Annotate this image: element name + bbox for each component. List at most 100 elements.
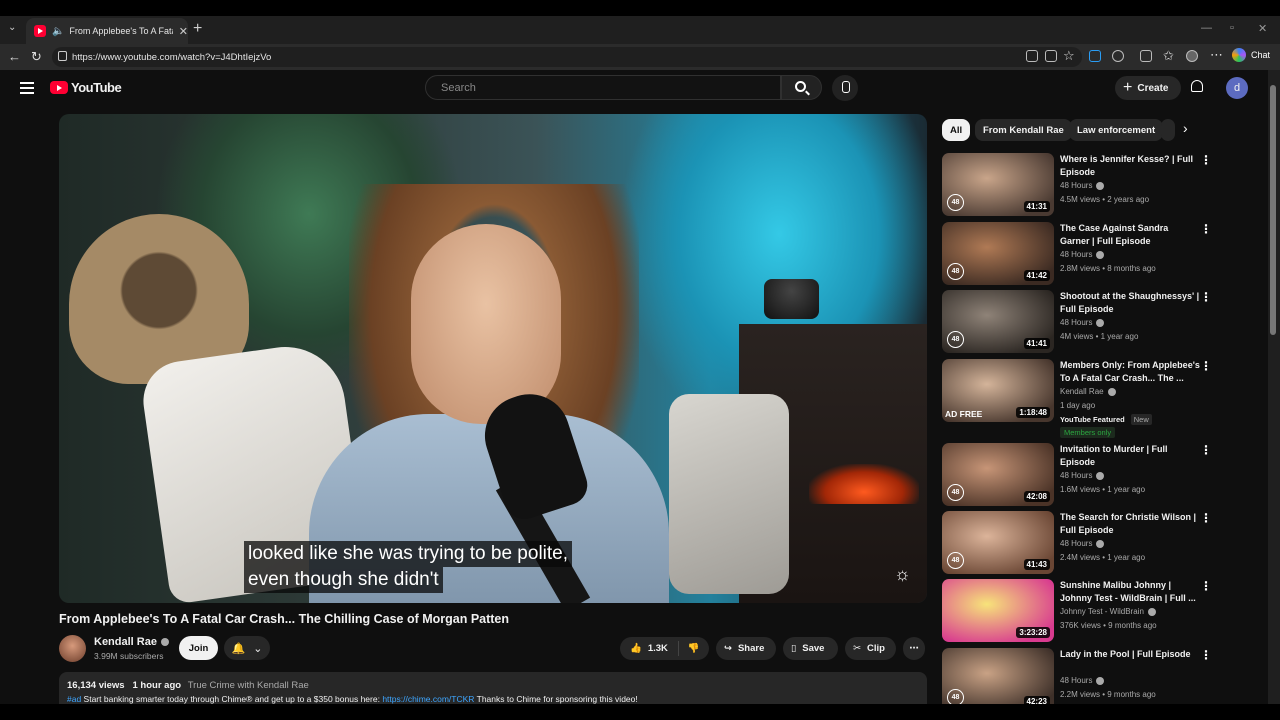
translate-icon[interactable] bbox=[1026, 50, 1038, 62]
minimize-icon[interactable]: — bbox=[1201, 22, 1212, 34]
more-actions-button[interactable]: ⋯ bbox=[903, 637, 925, 660]
search-input[interactable]: Search bbox=[425, 75, 781, 100]
dislike-button[interactable]: 👎 bbox=[679, 643, 709, 654]
close-tab-icon[interactable]: ✕ bbox=[179, 25, 188, 38]
scrollbar-thumb[interactable] bbox=[1270, 85, 1276, 335]
video-player[interactable] bbox=[59, 114, 927, 603]
more-options-icon[interactable]: ⋮ bbox=[1200, 443, 1212, 457]
subscription-notifications-button[interactable]: 🔔 ⌄ bbox=[224, 636, 270, 660]
chevron-right-icon[interactable]: › bbox=[1183, 120, 1188, 136]
recommendation-channel[interactable]: Kendall Rae bbox=[1060, 387, 1116, 396]
hashtag-link[interactable]: #ad bbox=[67, 694, 81, 704]
recommendation-title[interactable]: Where is Jennifer Kesse? | Full Episode bbox=[1060, 153, 1200, 179]
recommendation-title[interactable]: Lady in the Pool | Full Episode bbox=[1060, 648, 1200, 661]
voice-search-icon[interactable] bbox=[832, 75, 858, 101]
recommendation-channel[interactable]: 48 Hours bbox=[1060, 318, 1105, 327]
more-options-icon[interactable]: ⋮ bbox=[1200, 648, 1212, 662]
recommendation-title[interactable]: The Case Against Sandra Garner | Full Ep… bbox=[1060, 222, 1200, 248]
refresh-extension-icon[interactable] bbox=[1112, 50, 1124, 62]
duration-badge: 41:31 bbox=[1023, 201, 1050, 212]
recommendation-channel-name[interactable]: 48 Hours bbox=[1060, 471, 1092, 480]
recommendation-channel[interactable]: 48 Hours bbox=[1060, 676, 1105, 685]
maximize-icon[interactable]: ▫ bbox=[1230, 22, 1234, 34]
video-frame-lamp bbox=[764, 279, 819, 319]
more-options-icon[interactable]: ⋮ bbox=[1200, 290, 1212, 304]
create-button[interactable]: + Create bbox=[1115, 76, 1181, 100]
account-avatar[interactable]: d bbox=[1226, 77, 1248, 99]
recommendation-thumbnail[interactable]: 41:43 48 bbox=[942, 511, 1054, 574]
recommendation-title[interactable]: Sunshine Malibu Johnny | Johnny Test - W… bbox=[1060, 579, 1200, 605]
copilot-chat-button[interactable]: Chat bbox=[1232, 48, 1270, 62]
chip-from-kendall-rae[interactable]: From Kendall Rae bbox=[975, 119, 1072, 141]
recommendation-channel[interactable]: Johnny Test - WildBrain bbox=[1060, 607, 1156, 616]
recommendation-thumbnail[interactable]: 42:08 48 bbox=[942, 443, 1054, 506]
recommendation-channel[interactable]: 48 Hours bbox=[1060, 539, 1105, 548]
recommendation-meta: 4M views • 1 year ago bbox=[1060, 332, 1139, 341]
url-field[interactable]: https://www.youtube.com/watch?v=J4DhtIej… bbox=[52, 47, 1082, 67]
favorites-icon[interactable]: ✩ bbox=[1163, 48, 1174, 64]
profile-icon[interactable] bbox=[1186, 50, 1198, 62]
more-menu-icon[interactable]: ⋯ bbox=[1210, 47, 1223, 63]
clip-button[interactable]: ✂ Clip bbox=[845, 637, 896, 660]
tab-list-icon[interactable]: ⌄ bbox=[8, 22, 16, 33]
sponsor-link[interactable]: https://chime.com/TCKR bbox=[382, 694, 474, 704]
reload-icon[interactable]: ↻ bbox=[31, 49, 42, 65]
recommendation-title[interactable]: Members Only: From Applebee's To A Fatal… bbox=[1060, 359, 1200, 385]
recommendation-channel-name[interactable]: 48 Hours bbox=[1060, 181, 1092, 190]
close-window-icon[interactable]: ✕ bbox=[1258, 22, 1267, 35]
recommendation-thumbnail[interactable]: 41:41 48 bbox=[942, 290, 1054, 353]
reader-icon[interactable] bbox=[1045, 50, 1057, 62]
more-options-icon[interactable]: ⋮ bbox=[1200, 359, 1212, 373]
channel-name[interactable]: Kendall Rae bbox=[94, 636, 169, 648]
extensions-icon[interactable] bbox=[1140, 50, 1152, 62]
recommendation-thumbnail[interactable]: 41:31 48 bbox=[942, 153, 1054, 216]
chip-partial[interactable] bbox=[1161, 119, 1175, 141]
channel-name-text[interactable]: Kendall Rae bbox=[94, 636, 157, 648]
share-button[interactable]: ↪ Share bbox=[716, 637, 776, 660]
channel-avatar[interactable] bbox=[59, 635, 86, 662]
more-options-icon[interactable]: ⋮ bbox=[1200, 153, 1212, 167]
recommendation-channel[interactable]: 48 Hours bbox=[1060, 181, 1105, 190]
speaker-icon[interactable]: 🔈 bbox=[52, 26, 64, 37]
lock-icon[interactable] bbox=[58, 51, 67, 61]
recommendation-title[interactable]: The Search for Christie Wilson | Full Ep… bbox=[1060, 511, 1200, 537]
channel-watermark-icon: 48 bbox=[947, 263, 964, 280]
favorite-star-icon[interactable]: ☆ bbox=[1063, 48, 1075, 64]
recommendation-channel-name[interactable]: Johnny Test - WildBrain bbox=[1060, 607, 1144, 616]
recommendation-channel-name[interactable]: 48 Hours bbox=[1060, 676, 1092, 685]
recommendation-channel[interactable]: 48 Hours bbox=[1060, 250, 1105, 259]
recommendation-thumbnail[interactable]: 1:18:48 AD FREE bbox=[942, 359, 1054, 422]
recommendation-title[interactable]: Invitation to Murder | Full Episode bbox=[1060, 443, 1200, 469]
recommendation-thumbnail[interactable]: 41:42 48 bbox=[942, 222, 1054, 285]
like-count: 1.3K bbox=[647, 643, 668, 654]
youtube-logo[interactable]: YouTube bbox=[50, 80, 122, 95]
like-button[interactable]: 👍 1.3K bbox=[620, 641, 679, 656]
verified-icon bbox=[1096, 181, 1105, 190]
more-options-icon[interactable]: ⋮ bbox=[1200, 511, 1212, 525]
recommendation-thumbnail[interactable]: 3:23:28 bbox=[942, 579, 1054, 642]
notifications-bell-icon[interactable] bbox=[1191, 80, 1203, 92]
join-button[interactable]: Join bbox=[179, 636, 218, 660]
chip-all[interactable]: All bbox=[942, 119, 971, 141]
hamburger-menu-icon[interactable] bbox=[20, 82, 34, 94]
recommendation-channel-name[interactable]: 48 Hours bbox=[1060, 250, 1092, 259]
search-icon[interactable] bbox=[795, 81, 806, 92]
plus-icon: + bbox=[1123, 79, 1133, 96]
more-options-icon[interactable]: ⋮ bbox=[1200, 222, 1212, 236]
extension-icon[interactable] bbox=[1089, 50, 1101, 62]
recommendation-channel[interactable]: 48 Hours bbox=[1060, 471, 1105, 480]
recommendation-channel-name[interactable]: Kendall Rae bbox=[1060, 387, 1104, 396]
browser-tab[interactable]: 🔈 From Applebee's To A Fatal C... ✕ bbox=[26, 18, 188, 44]
chip-law-enforcement[interactable]: Law enforcement bbox=[1069, 119, 1164, 141]
more-options-icon[interactable]: ⋮ bbox=[1200, 579, 1212, 593]
recommendation-channel-name[interactable]: 48 Hours bbox=[1060, 318, 1092, 327]
duration-badge: 41:42 bbox=[1023, 270, 1050, 281]
recommendation-thumbnail[interactable]: 42:23 48 bbox=[942, 648, 1054, 711]
channel-watermark-icon: 48 bbox=[947, 194, 964, 211]
save-button[interactable]: ▯ Save bbox=[783, 637, 838, 660]
recommendation-title[interactable]: Shootout at the Shaughnessys' | Full Epi… bbox=[1060, 290, 1200, 316]
recommendation-channel-name[interactable]: 48 Hours bbox=[1060, 539, 1092, 548]
new-tab-button[interactable]: + bbox=[193, 20, 202, 38]
back-icon[interactable]: ← bbox=[8, 49, 21, 64]
playlist-tag[interactable]: True Crime with Kendall Rae bbox=[188, 680, 309, 691]
